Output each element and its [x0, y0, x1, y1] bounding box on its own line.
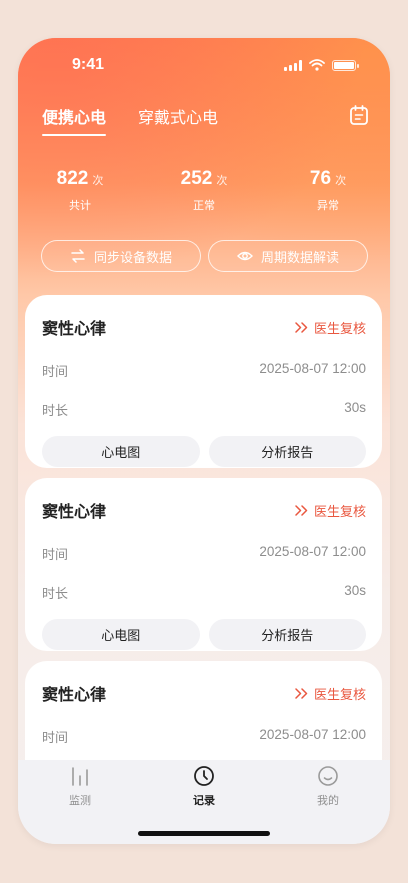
time-label: 时间 [42, 365, 69, 380]
tabbar-item-profile[interactable]: 我的 [266, 764, 390, 808]
analysis-report-button[interactable]: 分析报告 [208, 619, 366, 650]
record-card[interactable]: 窦性心律 医生复核 时间 2025-08-07 12:00 时长 30s 心电图… [25, 478, 382, 651]
time-label: 时间 [42, 548, 69, 563]
status-icons [284, 59, 359, 71]
stat-normal: 252 次 正常 [142, 168, 266, 213]
action-buttons: 同步设备数据 周期数据解读 [41, 240, 368, 272]
record-title: 窦性心律 [42, 502, 107, 521]
bottom-tab-bar: 监测 记录 我的 [18, 760, 390, 844]
tabbar-label: 记录 [193, 794, 215, 807]
sync-icon [71, 249, 85, 263]
record-card[interactable]: 窦性心律 医生复核 时间 2025-08-07 12:00 时长 30s 心电图… [25, 295, 382, 468]
duration-value: 30s [344, 583, 366, 598]
tabbar-label: 监测 [69, 794, 91, 807]
sync-device-button[interactable]: 同步设备数据 [41, 240, 201, 272]
eye-icon [236, 251, 253, 261]
stat-unit: 次 [216, 174, 228, 187]
time-label: 时间 [42, 731, 69, 746]
analysis-report-button[interactable]: 分析报告 [208, 436, 366, 467]
status-bar: 9:41 [18, 38, 390, 92]
ecg-chart-button[interactable]: 心电图 [42, 619, 200, 650]
clock-icon [194, 766, 214, 786]
duration-value: 30s [344, 400, 366, 415]
double-chevron-right-icon [295, 504, 308, 516]
tabbar-label: 我的 [317, 794, 339, 807]
stat-unit: 次 [335, 174, 347, 187]
doctor-review-label: 医生复核 [313, 504, 366, 520]
doctor-review-label: 医生复核 [313, 321, 366, 337]
calendar-icon[interactable] [348, 104, 370, 126]
wifi-icon [309, 59, 325, 71]
doctor-review-label: 医生复核 [313, 687, 366, 703]
battery-icon [332, 59, 359, 71]
stat-abnormal: 76 次 异常 [266, 168, 390, 213]
stat-label: 异常 [317, 199, 339, 212]
stat-total: 822 次 共计 [18, 168, 142, 213]
time-value: 2025-08-07 12:00 [259, 544, 366, 559]
tab-wearable-ecg[interactable]: 穿戴式心电 [138, 104, 218, 136]
cycle-analysis-label: 周期数据解读 [260, 250, 339, 266]
phone-screen: 9:41 便携心电 穿戴式心电 822 次 共计 252 次 正常 76 次 异… [18, 38, 390, 844]
home-indicator [138, 831, 270, 836]
stat-label: 正常 [193, 199, 215, 212]
double-chevron-right-icon [295, 321, 308, 333]
stat-value: 822 [56, 168, 89, 189]
double-chevron-right-icon [295, 687, 308, 699]
time-value: 2025-08-07 12:00 [259, 361, 366, 376]
duration-label: 时长 [42, 587, 69, 602]
doctor-review-link[interactable]: 医生复核 [295, 318, 366, 337]
doctor-review-link[interactable]: 医生复核 [295, 684, 366, 703]
record-title: 窦性心律 [42, 319, 107, 338]
status-time: 9:41 [72, 56, 105, 73]
doctor-review-link[interactable]: 医生复核 [295, 501, 366, 520]
bars-icon [72, 767, 88, 786]
ecg-chart-button[interactable]: 心电图 [42, 436, 200, 467]
smile-icon [318, 766, 338, 786]
signal-icon [284, 59, 302, 71]
duration-label: 时长 [42, 404, 69, 419]
time-value: 2025-08-07 12:00 [259, 727, 366, 742]
tabbar-item-records[interactable]: 记录 [142, 764, 266, 808]
stats-summary: 822 次 共计 252 次 正常 76 次 异常 [18, 168, 390, 213]
tab-portable-ecg[interactable]: 便携心电 [42, 104, 107, 136]
record-title: 窦性心律 [42, 685, 107, 704]
cycle-analysis-button[interactable]: 周期数据解读 [208, 240, 368, 272]
stat-value: 252 [180, 168, 213, 189]
stat-unit: 次 [92, 174, 104, 187]
sync-device-label: 同步设备数据 [93, 250, 172, 266]
stat-value: 76 [309, 168, 332, 189]
stat-label: 共计 [69, 199, 91, 212]
segment-tabs: 便携心电 穿戴式心电 [42, 104, 218, 136]
tabbar-item-monitor[interactable]: 监测 [18, 764, 142, 808]
